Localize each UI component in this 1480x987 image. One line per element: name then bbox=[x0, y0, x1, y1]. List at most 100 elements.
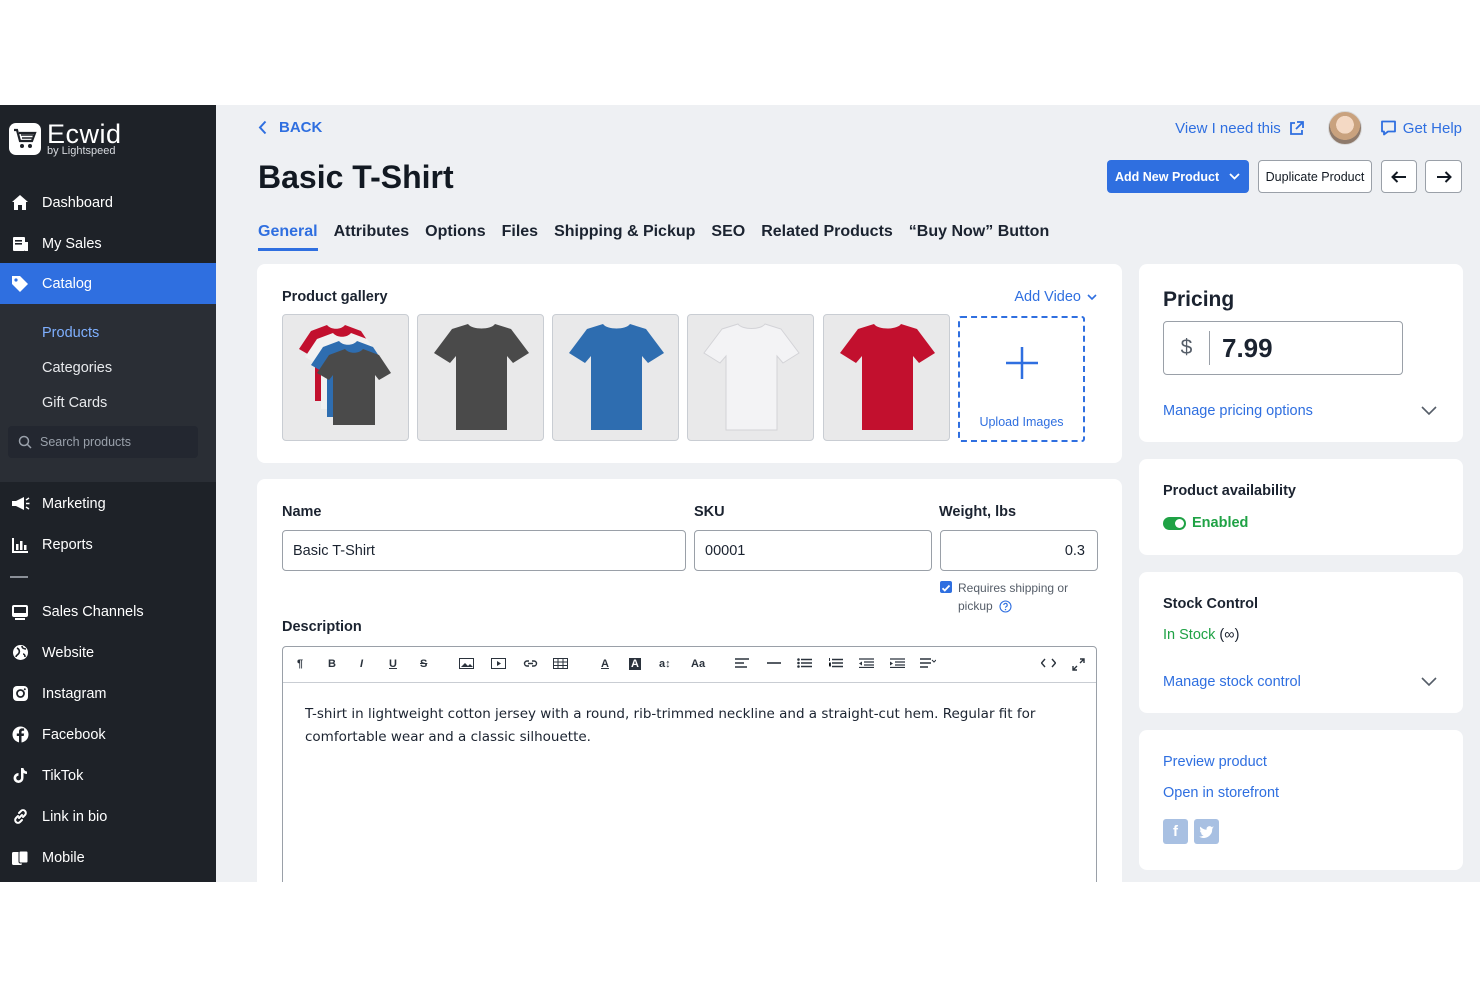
italic-icon[interactable]: I bbox=[360, 658, 363, 670]
upload-images-dropzone[interactable]: Upload Images bbox=[958, 316, 1085, 442]
tab-shipping-pickup[interactable]: Shipping & Pickup bbox=[554, 223, 695, 251]
gallery-image-1[interactable] bbox=[282, 314, 409, 441]
previous-product-button[interactable] bbox=[1381, 160, 1417, 193]
font-size-icon[interactable]: a↕ bbox=[659, 658, 671, 670]
sidebar-item-instagram[interactable]: Instagram bbox=[0, 673, 216, 714]
add-new-dropdown-toggle[interactable] bbox=[1219, 160, 1249, 193]
paragraph-icon[interactable]: ¶ bbox=[297, 658, 303, 670]
get-help-link[interactable]: Get Help bbox=[1380, 120, 1462, 137]
tab-seo[interactable]: SEO bbox=[711, 223, 745, 251]
stock-status: In Stock (∞) bbox=[1163, 627, 1239, 643]
tab-attributes[interactable]: Attributes bbox=[334, 223, 410, 251]
manage-pricing-link[interactable]: Manage pricing options bbox=[1163, 403, 1313, 419]
bullet-list-icon[interactable] bbox=[797, 658, 812, 671]
tab-options[interactable]: Options bbox=[425, 223, 485, 251]
submenu-item-gift-cards[interactable]: Gift Cards bbox=[42, 395, 107, 411]
indent-icon[interactable] bbox=[890, 658, 905, 671]
bold-icon[interactable]: B bbox=[328, 658, 336, 670]
view-link[interactable]: View I need this bbox=[1175, 120, 1304, 137]
background-color-icon[interactable]: A bbox=[629, 658, 641, 670]
submenu-item-products[interactable]: Products bbox=[42, 325, 99, 341]
tshirt-image bbox=[703, 323, 800, 431]
insert-link-icon[interactable] bbox=[523, 658, 538, 672]
horizontal-rule-icon[interactable] bbox=[767, 658, 781, 671]
sku-label: SKU bbox=[694, 504, 725, 520]
sidebar-item-my-sales[interactable]: My Sales bbox=[0, 223, 216, 264]
description-editor[interactable]: ¶ B I U S A A a↕ Aa T-shirt in lightweig… bbox=[282, 646, 1097, 882]
chevron-down-icon[interactable] bbox=[1421, 677, 1437, 687]
sidebar-item-sales-channels[interactable]: Sales Channels bbox=[0, 591, 216, 632]
app-window: Ecwid by Lightspeed Dashboard My Sales C… bbox=[0, 105, 1480, 882]
user-avatar[interactable] bbox=[1327, 111, 1362, 145]
description-text[interactable]: T-shirt in lightweight cotton jersey wit… bbox=[305, 703, 1075, 749]
tab-related-products[interactable]: Related Products bbox=[761, 223, 893, 251]
preview-product-link[interactable]: Preview product bbox=[1163, 754, 1267, 770]
sidebar-item-mobile[interactable]: Mobile bbox=[0, 837, 216, 878]
insert-video-icon[interactable] bbox=[491, 658, 506, 672]
manage-stock-link[interactable]: Manage stock control bbox=[1163, 674, 1301, 690]
code-view-icon[interactable] bbox=[1040, 658, 1057, 671]
align-icon[interactable] bbox=[735, 658, 749, 671]
sidebar-item-tiktok[interactable]: TikTok bbox=[0, 755, 216, 796]
availability-toggle[interactable]: Enabled bbox=[1163, 515, 1248, 531]
open-storefront-link[interactable]: Open in storefront bbox=[1163, 785, 1279, 801]
sidebar-item-label: My Sales bbox=[42, 235, 102, 252]
instagram-icon bbox=[10, 684, 30, 704]
outdent-icon[interactable] bbox=[859, 658, 874, 671]
search-placeholder: Search products bbox=[40, 435, 132, 449]
add-video-dropdown[interactable]: Add Video bbox=[1014, 289, 1097, 305]
home-icon bbox=[10, 193, 30, 213]
fullscreen-icon[interactable] bbox=[1072, 658, 1085, 674]
back-link[interactable]: BACK bbox=[258, 119, 322, 136]
chevron-down-icon[interactable] bbox=[1421, 406, 1437, 416]
sidebar-item-marketing[interactable]: Marketing bbox=[0, 483, 216, 524]
weight-field[interactable]: 0.3 bbox=[940, 530, 1098, 571]
gallery-image-4[interactable] bbox=[687, 314, 814, 441]
brand-logo[interactable]: Ecwid by Lightspeed bbox=[9, 121, 122, 157]
share-buttons: f bbox=[1163, 819, 1225, 844]
sidebar-item-dashboard[interactable]: Dashboard bbox=[0, 182, 216, 223]
sidebar-item-facebook[interactable]: Facebook bbox=[0, 714, 216, 755]
text-color-icon[interactable]: A bbox=[601, 658, 609, 670]
gallery-image-2[interactable] bbox=[417, 314, 544, 441]
requires-shipping-checkbox[interactable] bbox=[940, 581, 952, 593]
tab-files[interactable]: Files bbox=[502, 223, 538, 251]
arrow-right-icon bbox=[1436, 170, 1452, 183]
twitter-share-icon[interactable] bbox=[1194, 819, 1219, 844]
sidebar: Ecwid by Lightspeed Dashboard My Sales C… bbox=[0, 105, 216, 882]
sku-field[interactable]: 00001 bbox=[694, 530, 932, 571]
font-family-icon[interactable]: Aa bbox=[691, 658, 705, 670]
line-height-icon[interactable] bbox=[920, 658, 937, 671]
submenu-item-categories[interactable]: Categories bbox=[42, 360, 112, 376]
tab-buy-now-button[interactable]: “Buy Now” Button bbox=[909, 223, 1049, 251]
sidebar-item-website[interactable]: Website bbox=[0, 632, 216, 673]
insert-image-icon[interactable] bbox=[459, 658, 474, 672]
price-field[interactable]: $ 7.99 bbox=[1163, 321, 1403, 375]
insert-table-icon[interactable] bbox=[553, 658, 568, 672]
tab-general[interactable]: General bbox=[258, 223, 318, 251]
underline-icon[interactable]: U bbox=[389, 658, 397, 670]
availability-title: Product availability bbox=[1163, 483, 1296, 499]
facebook-share-icon[interactable]: f bbox=[1163, 819, 1188, 844]
sidebar-search-input[interactable]: Search products bbox=[8, 426, 198, 458]
strikethrough-icon[interactable]: S bbox=[420, 658, 427, 670]
gallery-image-5[interactable] bbox=[823, 314, 950, 441]
chat-icon bbox=[1380, 120, 1396, 136]
next-product-button[interactable] bbox=[1425, 160, 1462, 193]
sidebar-item-link-in-bio[interactable]: Link in bio bbox=[0, 796, 216, 837]
gallery-image-3[interactable] bbox=[552, 314, 679, 441]
currency-symbol: $ bbox=[1164, 331, 1210, 365]
link-icon bbox=[10, 807, 30, 827]
tag-icon bbox=[10, 274, 30, 294]
tshirt-stack-image bbox=[299, 325, 391, 425]
page-title: Basic T-Shirt bbox=[258, 159, 454, 195]
name-field[interactable]: Basic T-Shirt bbox=[282, 530, 686, 571]
numbered-list-icon[interactable] bbox=[828, 658, 843, 671]
search-icon bbox=[18, 435, 32, 449]
sidebar-item-catalog[interactable]: Catalog bbox=[0, 263, 216, 304]
sidebar-item-reports[interactable]: Reports bbox=[0, 524, 216, 565]
sales-icon bbox=[10, 234, 30, 254]
help-circle-icon[interactable] bbox=[999, 599, 1012, 613]
add-new-product-button[interactable]: Add New Product bbox=[1107, 160, 1249, 193]
duplicate-product-button[interactable]: Duplicate Product bbox=[1258, 160, 1372, 193]
